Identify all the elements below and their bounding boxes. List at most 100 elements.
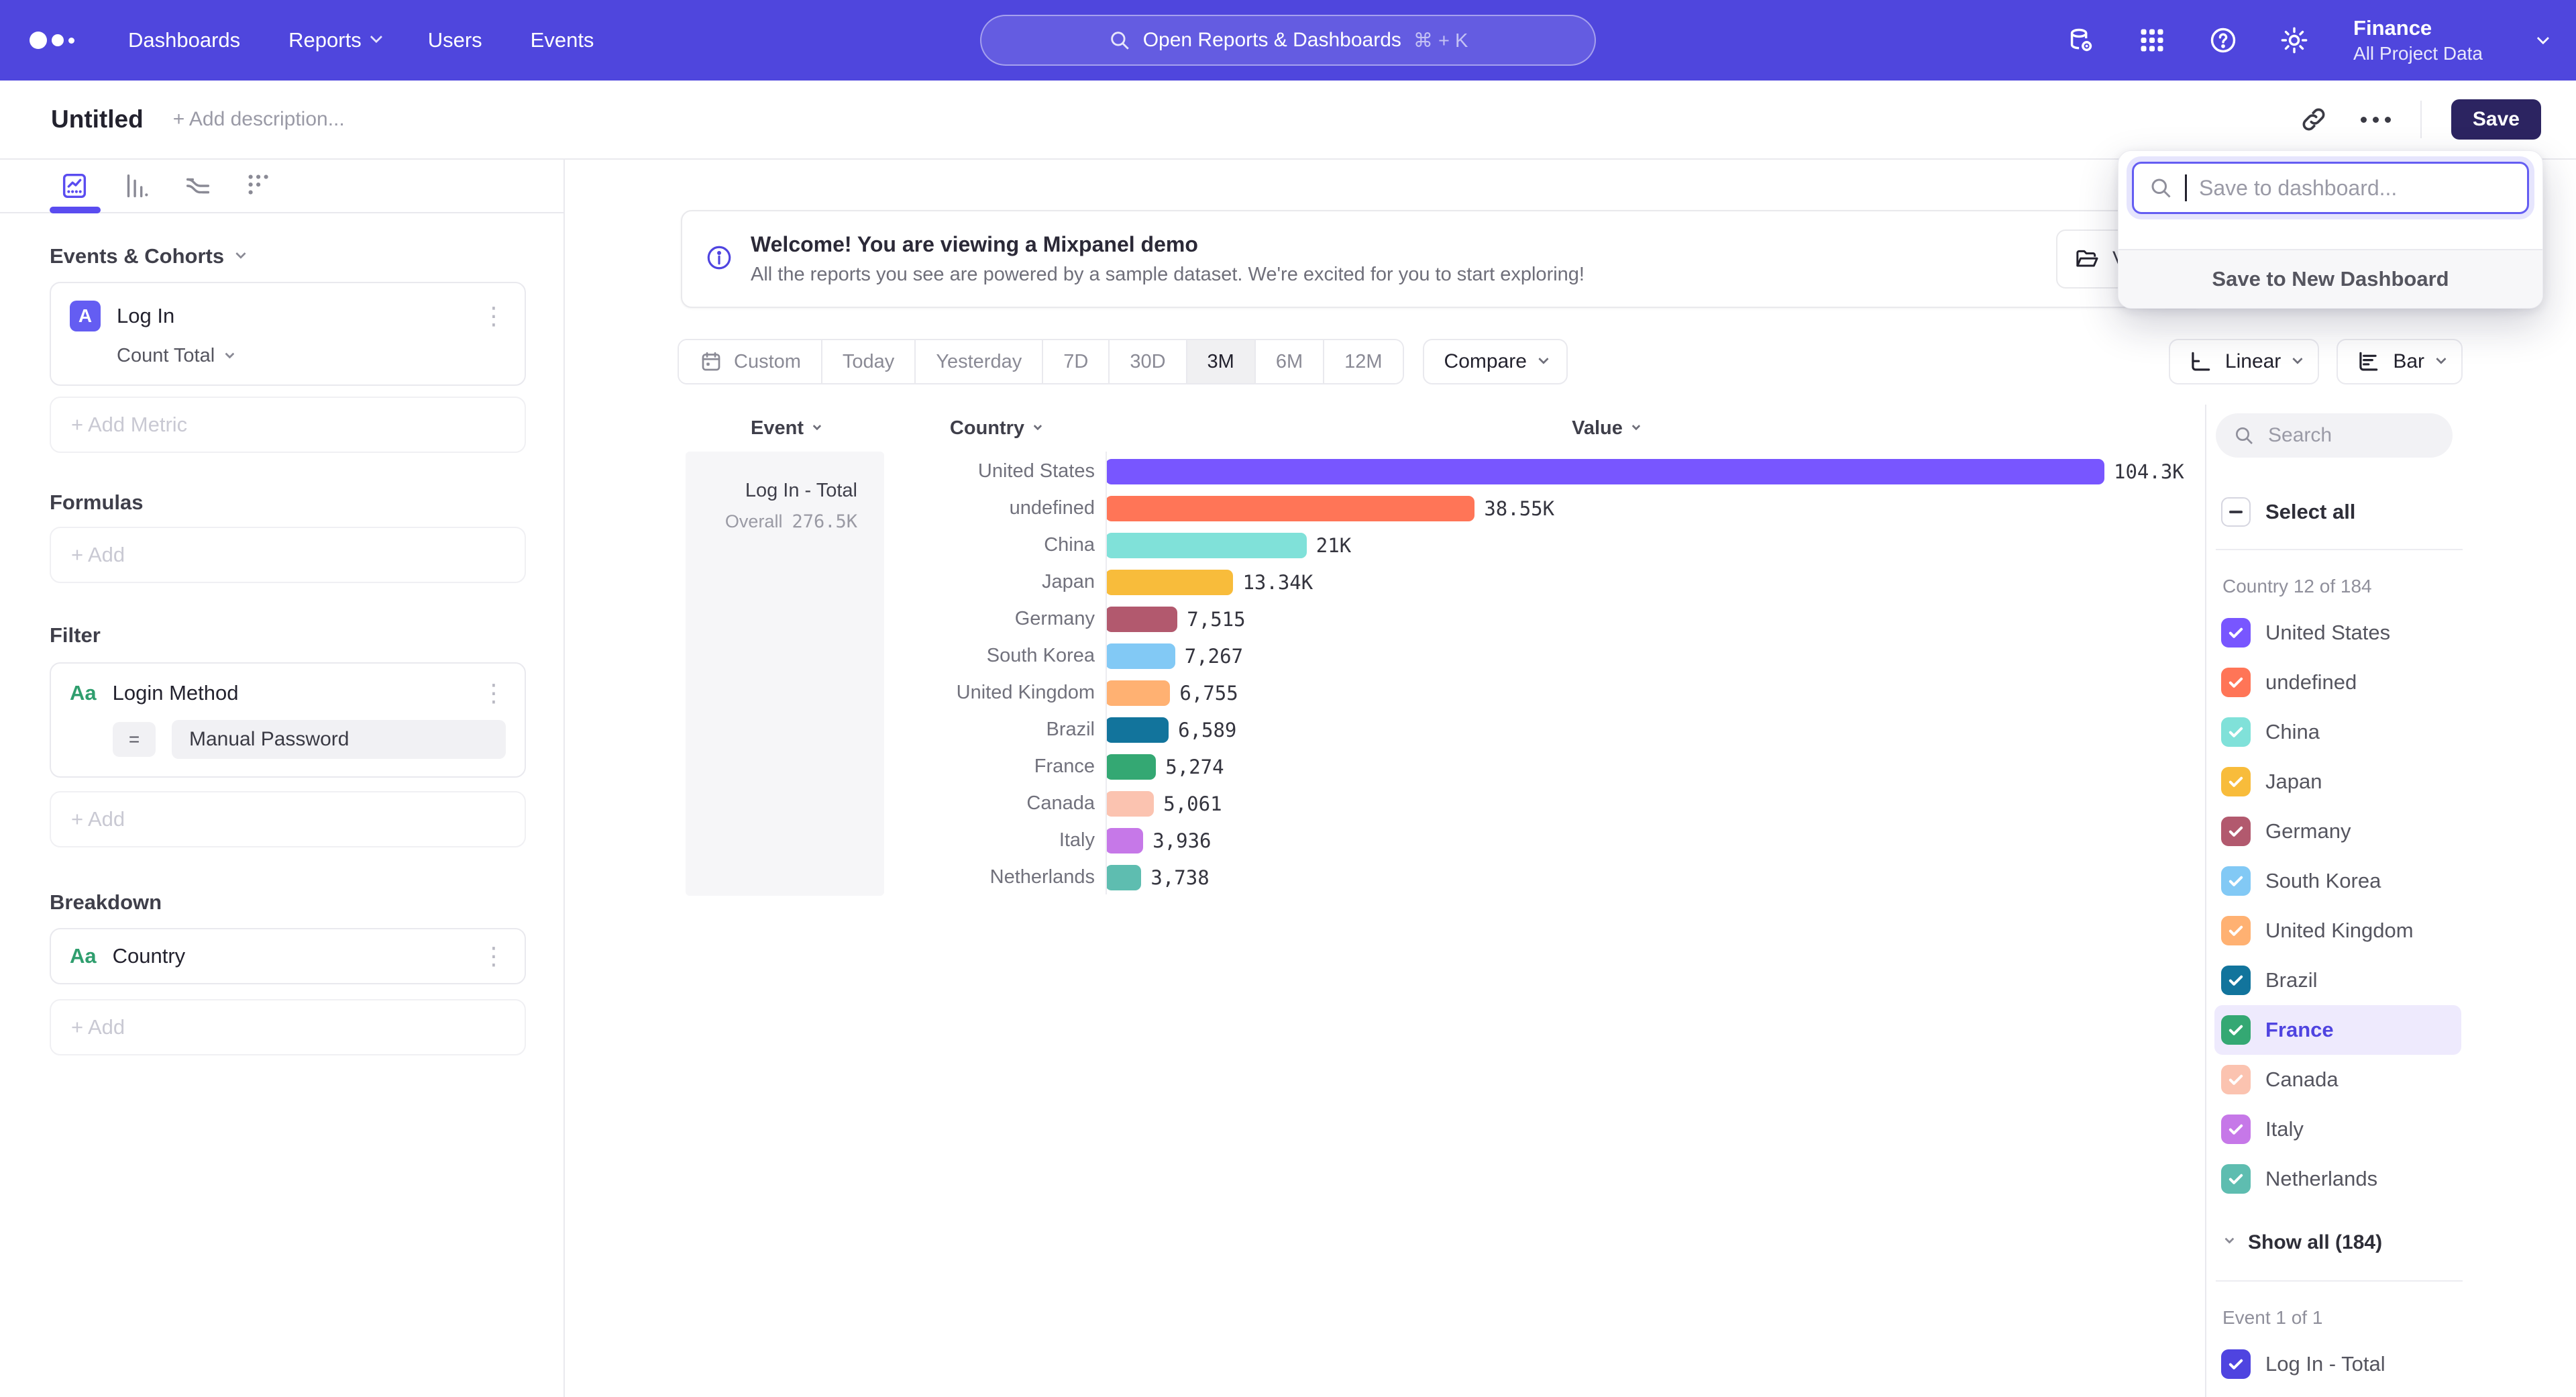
segment-row-netherlands[interactable]: Netherlands bbox=[2214, 1154, 2461, 1204]
segments-search-placeholder: Search bbox=[2268, 424, 2332, 447]
bar-segment[interactable] bbox=[1106, 570, 1233, 595]
breakdown-property-name[interactable]: Country bbox=[113, 944, 186, 968]
apps-grid-icon[interactable] bbox=[2135, 23, 2169, 58]
aggregation-selector[interactable]: Count Total bbox=[117, 345, 506, 367]
filter-card[interactable]: Aa Login Method ⋮ = Manual Password bbox=[50, 662, 526, 778]
bar-segment[interactable] bbox=[1106, 496, 1474, 521]
tab-retention[interactable] bbox=[244, 170, 275, 201]
bar-category-label: China bbox=[884, 534, 1106, 556]
tab-flows[interactable] bbox=[182, 170, 213, 201]
title-bar: Untitled + Add description... Save bbox=[0, 81, 2576, 160]
copy-link-icon[interactable] bbox=[2296, 102, 2331, 137]
settings-gear-icon[interactable] bbox=[2277, 23, 2312, 58]
bar-segment[interactable] bbox=[1106, 680, 1170, 706]
bar-segment[interactable] bbox=[1106, 643, 1175, 669]
segment-row-france[interactable]: France bbox=[2214, 1005, 2461, 1055]
segment-row-united-kingdom[interactable]: United Kingdom bbox=[2214, 906, 2461, 955]
add-metric-button[interactable]: + Add Metric bbox=[50, 397, 526, 453]
segments-search-input[interactable]: Search bbox=[2216, 413, 2453, 458]
column-header-value[interactable]: Value bbox=[1106, 417, 2205, 439]
project-switcher[interactable]: Finance All Project Data bbox=[2353, 15, 2483, 65]
chart-type-selector[interactable]: Bar bbox=[2337, 339, 2463, 384]
segment-row-germany[interactable]: Germany bbox=[2214, 807, 2461, 856]
bar-segment[interactable] bbox=[1106, 865, 1141, 890]
filter-operator-chip[interactable]: = bbox=[113, 722, 156, 757]
save-dashboard-search-input[interactable]: Save to dashboard... bbox=[2132, 162, 2529, 214]
tab-insights[interactable] bbox=[59, 170, 90, 201]
bar-segment[interactable] bbox=[1106, 533, 1307, 558]
segment-row-south-korea[interactable]: South Korea bbox=[2214, 856, 2461, 906]
segment-checkbox[interactable] bbox=[2221, 668, 2251, 697]
range-button-30d[interactable]: 30D bbox=[1110, 340, 1187, 383]
add-formula-button[interactable]: + Add bbox=[50, 527, 526, 583]
add-description-field[interactable]: + Add description... bbox=[173, 108, 345, 131]
event-name[interactable]: Log In bbox=[117, 304, 174, 328]
segment-row-china[interactable]: China bbox=[2214, 707, 2461, 757]
project-chevron-down-icon[interactable] bbox=[2537, 32, 2549, 44]
range-button-custom[interactable]: Custom bbox=[679, 340, 822, 383]
segment-checkbox[interactable] bbox=[2221, 767, 2251, 796]
nav-dashboards[interactable]: Dashboards bbox=[128, 28, 240, 52]
nav-users[interactable]: Users bbox=[428, 28, 482, 52]
column-header-event[interactable]: Event bbox=[686, 417, 884, 439]
segment-checkbox[interactable] bbox=[2221, 1015, 2251, 1045]
range-button-today[interactable]: Today bbox=[822, 340, 916, 383]
bar-category-label: Italy bbox=[884, 829, 1106, 851]
bar-segment[interactable] bbox=[1106, 754, 1156, 780]
metric-card[interactable]: A Log In ⋮ Count Total bbox=[50, 282, 526, 386]
segment-row-italy[interactable]: Italy bbox=[2214, 1104, 2461, 1154]
segment-row-united-states[interactable]: United States bbox=[2214, 608, 2461, 658]
bar-segment[interactable] bbox=[1106, 459, 2104, 484]
nav-events[interactable]: Events bbox=[531, 28, 594, 52]
segment-checkbox[interactable] bbox=[2221, 1164, 2251, 1194]
breakdown-card[interactable]: Aa Country ⋮ bbox=[50, 928, 526, 984]
kebab-menu-icon[interactable]: ⋮ bbox=[482, 944, 506, 968]
bar-segment[interactable] bbox=[1106, 791, 1154, 817]
range-button-7d[interactable]: 7D bbox=[1043, 340, 1110, 383]
scale-selector[interactable]: Linear bbox=[2169, 339, 2319, 384]
select-all-checkbox[interactable] bbox=[2221, 497, 2251, 527]
segment-checkbox[interactable] bbox=[2221, 1115, 2251, 1144]
show-all-button[interactable]: Show all (184) bbox=[2225, 1223, 2576, 1263]
event-checkbox[interactable] bbox=[2221, 1349, 2251, 1379]
range-button-3m[interactable]: 3M bbox=[1187, 340, 1256, 383]
bar-segment[interactable] bbox=[1106, 607, 1177, 632]
compare-button[interactable]: Compare bbox=[1423, 339, 1568, 384]
segment-checkbox[interactable] bbox=[2221, 618, 2251, 648]
report-title[interactable]: Untitled bbox=[51, 105, 144, 134]
segment-checkbox[interactable] bbox=[2221, 1065, 2251, 1094]
segment-checkbox[interactable] bbox=[2221, 817, 2251, 846]
segment-checkbox[interactable] bbox=[2221, 966, 2251, 995]
filter-property-name[interactable]: Login Method bbox=[113, 681, 239, 705]
data-management-icon[interactable] bbox=[2063, 23, 2098, 58]
event-segment-row[interactable]: Log In - Total bbox=[2214, 1339, 2461, 1389]
segment-checkbox[interactable] bbox=[2221, 916, 2251, 945]
help-icon[interactable] bbox=[2206, 23, 2241, 58]
add-breakdown-button[interactable]: + Add bbox=[50, 999, 526, 1055]
bar-segment[interactable] bbox=[1106, 717, 1169, 743]
segment-row-japan[interactable]: Japan bbox=[2214, 757, 2461, 807]
mixpanel-logo[interactable] bbox=[30, 32, 74, 49]
range-button-yesterday[interactable]: Yesterday bbox=[916, 340, 1043, 383]
filter-value-chip[interactable]: Manual Password bbox=[172, 720, 506, 759]
segment-checkbox[interactable] bbox=[2221, 717, 2251, 747]
segment-row-undefined[interactable]: undefined bbox=[2214, 658, 2461, 707]
save-button[interactable]: Save bbox=[2451, 99, 2541, 140]
segment-row-canada[interactable]: Canada bbox=[2214, 1055, 2461, 1104]
add-filter-button[interactable]: + Add bbox=[50, 791, 526, 847]
select-all-row[interactable]: Select all bbox=[2214, 487, 2461, 537]
kebab-menu-icon[interactable]: ⋮ bbox=[482, 304, 506, 328]
nav-reports[interactable]: Reports bbox=[288, 28, 380, 52]
more-options-icon[interactable] bbox=[2361, 117, 2391, 123]
kebab-menu-icon[interactable]: ⋮ bbox=[482, 681, 506, 705]
save-to-new-dashboard-button[interactable]: Save to New Dashboard bbox=[2118, 249, 2542, 308]
global-search-button[interactable]: Open Reports & Dashboards ⌘ + K bbox=[980, 15, 1596, 66]
events-cohorts-header[interactable]: Events & Cohorts bbox=[50, 244, 526, 268]
segment-row-brazil[interactable]: Brazil bbox=[2214, 955, 2461, 1005]
range-button-6m[interactable]: 6M bbox=[1256, 340, 1324, 383]
tab-funnels[interactable] bbox=[121, 170, 152, 201]
bar-segment[interactable] bbox=[1106, 828, 1143, 853]
column-header-country[interactable]: Country bbox=[884, 417, 1106, 439]
segment-checkbox[interactable] bbox=[2221, 866, 2251, 896]
range-button-12m[interactable]: 12M bbox=[1324, 340, 1402, 383]
